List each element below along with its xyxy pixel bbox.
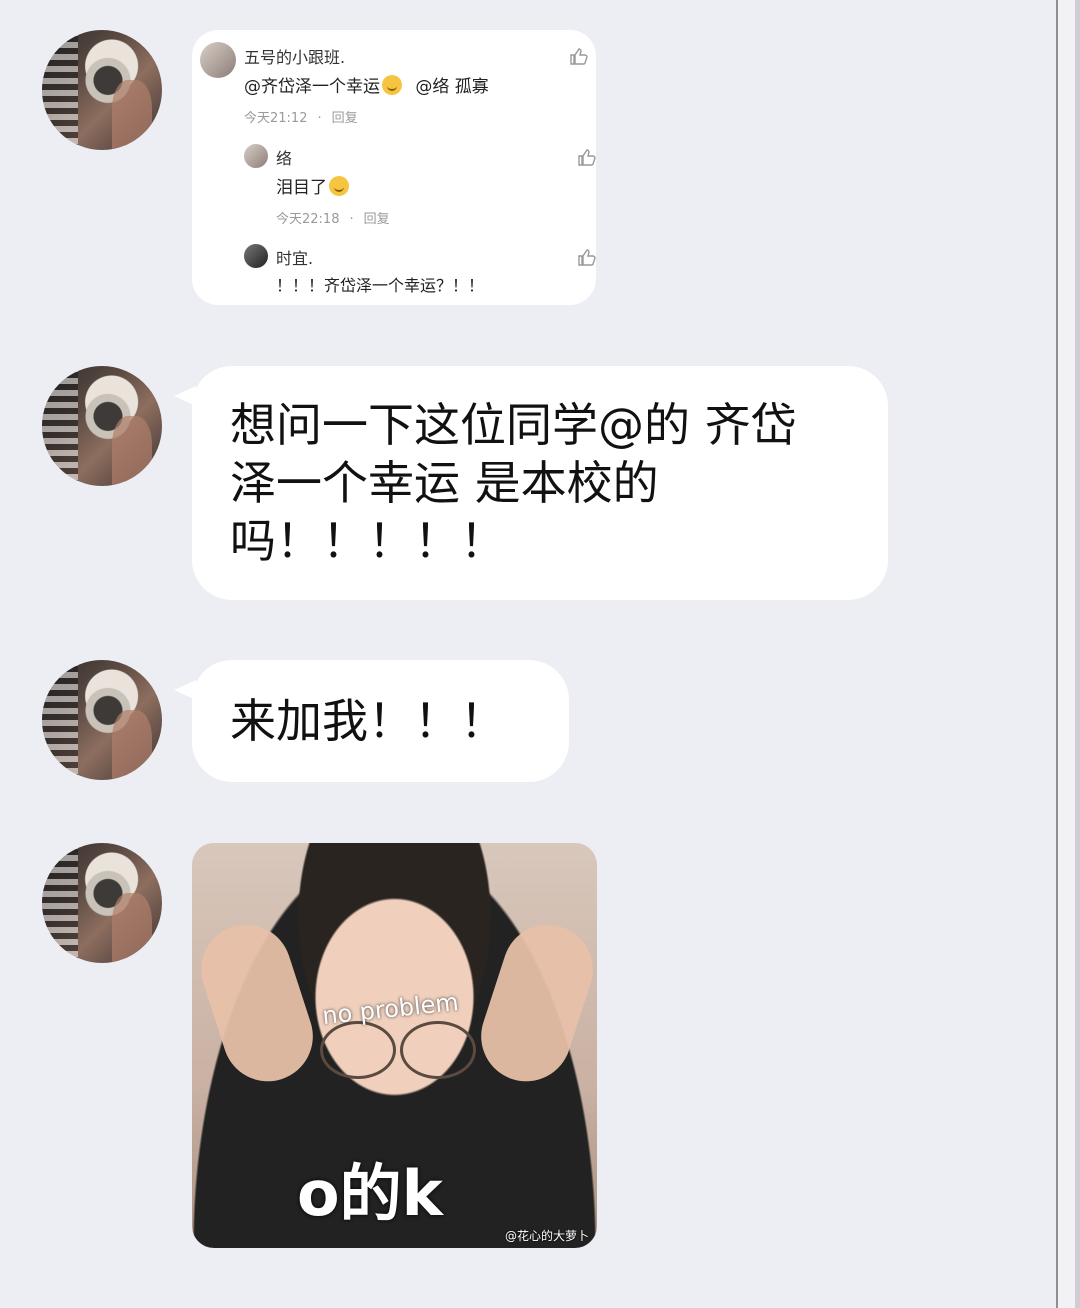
reply-link[interactable]: 回复 <box>332 111 358 126</box>
message-bubble[interactable]: 来加我！！！ <box>192 660 569 782</box>
message-line: 吗！！！！！ <box>230 514 506 568</box>
sticker-hand-right <box>469 913 597 1093</box>
reply-meta: 今天22:18 · 回复 <box>276 212 390 227</box>
reply-time: 今天22:18 <box>276 212 340 227</box>
reply-text-content: 泪目了 <box>276 178 327 198</box>
sticker-watermark: @花心的大萝卜 <box>504 1229 589 1243</box>
commenter-name: 五号的小跟班. <box>244 48 346 67</box>
message-bubble[interactable]: 想问一下这位同学@的 齐岱 泽一个幸运 是本校的 吗！！！！！ <box>192 366 888 600</box>
comment-meta: 今天21:12 · 回复 <box>244 111 358 126</box>
thumbs-up-icon <box>570 48 588 65</box>
angel-face-emoji-icon <box>382 75 402 95</box>
reply-text: 泪目了 <box>276 173 349 198</box>
scrollbar-track[interactable] <box>1075 0 1080 1308</box>
sticker-glasses-right <box>400 1021 476 1079</box>
reply-link[interactable]: 回复 <box>364 212 390 227</box>
comment-time: 今天21:12 <box>244 111 308 126</box>
comment-text: @齐岱泽一个幸运 @络 孤寡 <box>244 72 489 97</box>
window-edge <box>1056 0 1080 1308</box>
sender-avatar[interactable] <box>42 30 162 150</box>
message-line: 想问一下这位同学@的 齐岱 <box>230 398 797 452</box>
sender-avatar[interactable] <box>42 366 162 486</box>
sticker-caption-main: o的k <box>297 1157 443 1230</box>
reply-avatar <box>244 244 268 268</box>
reply-name: 络 <box>276 149 293 168</box>
sticker-hand-left <box>192 913 325 1093</box>
reply-avatar <box>244 144 268 168</box>
comment-mentions-tail: @络 孤寡 <box>415 77 489 97</box>
message-text: 来加我！！！ <box>230 694 506 748</box>
thumbs-up-icon <box>578 249 596 266</box>
thumbs-up-icon <box>578 149 596 166</box>
sender-avatar[interactable] <box>42 843 162 963</box>
message-line: 泽一个幸运 是本校的 <box>230 456 659 510</box>
commenter-avatar <box>200 42 236 78</box>
reply-text: ！！！齐岱泽一个幸运？！！ <box>276 276 485 295</box>
comment-screenshot-card[interactable]: 五号的小跟班. @齐岱泽一个幸运 @络 孤寡 今天21:12 · 回复 络 泪目了 … <box>192 30 596 305</box>
comment-mention: @齐岱泽一个幸运 <box>244 77 380 97</box>
sticker-glasses-left <box>320 1021 396 1079</box>
smile-emoji-icon <box>329 176 349 196</box>
sticker-image[interactable]: no problem o的k @花心的大萝卜 <box>192 843 597 1248</box>
reply-name: 时宜. <box>276 249 314 268</box>
sender-avatar[interactable] <box>42 660 162 780</box>
